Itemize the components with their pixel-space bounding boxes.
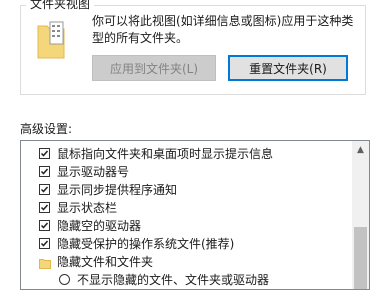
- advanced-settings-tree[interactable]: 鼠标指向文件夹和桌面项时显示提示信息 显示驱动器号 显示同步提供程序通知 显示状…: [20, 140, 370, 290]
- vertical-scrollbar[interactable]: ▲: [352, 141, 369, 289]
- setting-label: 鼠标指向文件夹和桌面项时显示提示信息: [57, 147, 274, 161]
- setting-row[interactable]: 显示同步提供程序通知: [21, 181, 346, 199]
- setting-row[interactable]: 不显示隐藏的文件、文件夹或驱动器: [21, 271, 346, 289]
- reset-folders-button[interactable]: 重置文件夹(R): [228, 55, 348, 81]
- radio-button[interactable]: [59, 274, 70, 285]
- folder-icon: [36, 20, 66, 60]
- setting-label: 显示同步提供程序通知: [57, 183, 178, 197]
- setting-row[interactable]: 鼠标指向文件夹和桌面项时显示提示信息: [21, 145, 346, 163]
- setting-row[interactable]: 显示驱动器号: [21, 163, 346, 181]
- checkbox-checked[interactable]: [39, 202, 50, 213]
- setting-group-row: 隐藏文件和文件夹: [21, 253, 346, 271]
- setting-group-label: 隐藏文件和文件夹: [57, 255, 154, 269]
- checkbox-checked[interactable]: [39, 184, 50, 195]
- setting-row[interactable]: 隐藏受保护的操作系统文件(推荐): [21, 235, 346, 253]
- checkbox-checked[interactable]: [39, 238, 50, 249]
- setting-label: 不显示隐藏的文件、文件夹或驱动器: [77, 273, 270, 287]
- advanced-settings-label: 高级设置:: [20, 122, 73, 136]
- scrollbar-thumb[interactable]: [354, 227, 367, 289]
- setting-label: 显示状态栏: [57, 201, 118, 215]
- folder-icon: [39, 256, 51, 269]
- apply-to-folders-button[interactable]: 应用到文件夹(L): [92, 55, 216, 81]
- setting-row[interactable]: 显示状态栏: [21, 199, 346, 217]
- setting-label: 显示驱动器号: [57, 165, 130, 179]
- checkbox-checked[interactable]: [39, 148, 50, 159]
- setting-label: 隐藏空的驱动器: [57, 219, 142, 233]
- setting-row[interactable]: 隐藏空的驱动器: [21, 217, 346, 235]
- folder-views-description: 你可以将此视图(如详细信息或图标)应用于这种类型的所有文件夹。: [92, 14, 354, 45]
- setting-label: 隐藏受保护的操作系统文件(推荐): [57, 237, 235, 251]
- scroll-up-arrow-icon[interactable]: ▲: [352, 141, 369, 158]
- folder-views-title: 文件夹视图: [26, 0, 95, 11]
- checkbox-checked[interactable]: [39, 166, 50, 177]
- checkbox-checked[interactable]: [39, 220, 50, 231]
